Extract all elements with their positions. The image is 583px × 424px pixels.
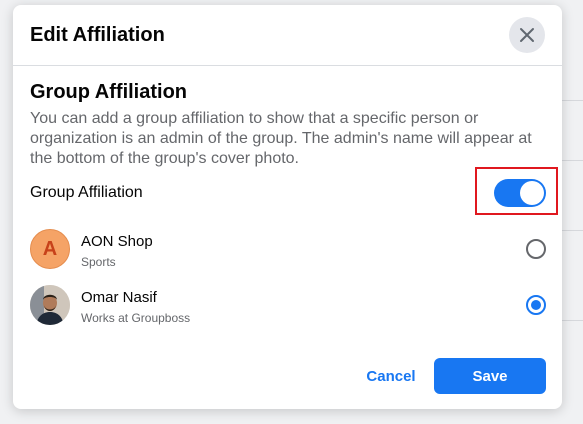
toggle-knob [520, 181, 544, 205]
option-subtitle: Works at Groupboss [81, 311, 191, 325]
option-subtitle: Sports [81, 255, 116, 269]
background-divider [562, 100, 583, 101]
save-button[interactable]: Save [434, 358, 546, 394]
dialog-title: Edit Affiliation [30, 24, 165, 46]
option-name: Omar Nasif [81, 289, 157, 306]
toggle-label: Group Affiliation [30, 184, 143, 201]
edit-affiliation-dialog: Edit Affiliation Group Affiliation You c… [13, 5, 562, 409]
radio-button[interactable] [526, 295, 546, 315]
person-photo-icon [30, 285, 70, 325]
avatar: A [30, 229, 70, 269]
avatar [30, 285, 70, 325]
section-description: You can add a group affiliation to show … [30, 110, 532, 167]
affiliation-option-aon-shop[interactable]: A AON Shop Sports [13, 221, 562, 277]
background-divider [562, 230, 583, 231]
background-divider [562, 160, 583, 161]
section-title: Group Affiliation [30, 81, 188, 103]
group-affiliation-toggle[interactable] [494, 179, 546, 207]
option-name: AON Shop [81, 233, 153, 250]
affiliation-option-omar-nasif[interactable]: Omar Nasif Works at Groupboss [13, 277, 562, 333]
dialog-header: Edit Affiliation [13, 5, 562, 65]
close-icon [520, 28, 534, 42]
radio-button[interactable] [526, 239, 546, 259]
cancel-button[interactable]: Cancel [353, 358, 429, 394]
close-button[interactable] [509, 17, 545, 53]
header-divider [13, 65, 562, 66]
background-divider [562, 320, 583, 321]
